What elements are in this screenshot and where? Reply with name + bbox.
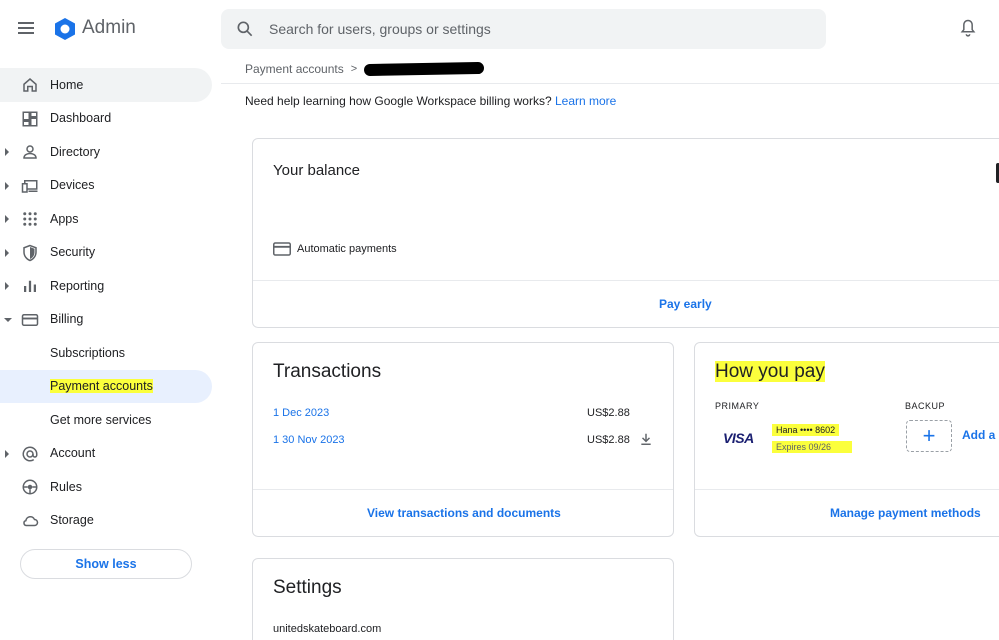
learn-more-link[interactable]: Learn more: [555, 94, 616, 108]
sidebar-item-label: Dashboard: [50, 111, 112, 126]
shield-icon: [23, 244, 37, 261]
sidebar-item-subscriptions[interactable]: Subscriptions: [0, 336, 214, 370]
transactions-title: Transactions: [273, 361, 382, 382]
sidebar-item-label: Directory: [50, 144, 101, 159]
dashboard-icon: [22, 111, 38, 126]
backup-label: BACKUP: [905, 401, 946, 411]
sidebar-item-label: Account: [50, 446, 96, 461]
sidebar-item-security[interactable]: Security: [0, 236, 214, 270]
add-backup-payment-link[interactable]: Add a: [962, 428, 995, 442]
breadcrumb: Payment accounts >: [245, 61, 485, 77]
automatic-payments-label: Automatic payments: [297, 243, 397, 255]
how-you-pay-card: How you pay PRIMARY BACKUP VISA Hana •••…: [694, 342, 999, 537]
sidebar-item-label: Apps: [50, 211, 79, 226]
home-icon: [23, 78, 37, 92]
help-text: Need help learning how Google Workspace …: [245, 94, 552, 108]
sidebar-item-reporting[interactable]: Reporting: [0, 269, 214, 303]
admin-console: Admin Home Dashboard Directory: [0, 0, 999, 640]
sidebar-item-label: Home: [50, 77, 84, 92]
card-divider: [253, 280, 999, 281]
sidebar-item-billing[interactable]: Billing: [0, 303, 214, 337]
sidebar-item-get-more-services[interactable]: Get more services: [0, 403, 214, 437]
sidebar-item-storage[interactable]: Storage: [0, 504, 214, 538]
notifications-bell-icon[interactable]: [958, 18, 978, 38]
expand-caret-icon[interactable]: [5, 248, 9, 257]
sidebar-item-label: Storage: [50, 513, 94, 528]
how-you-pay-title-text: How you pay: [715, 361, 825, 382]
visa-logo: VISA: [723, 430, 754, 446]
domain-name: unitedskateboard.com: [273, 623, 382, 635]
top-bar: Admin: [0, 0, 999, 58]
download-icon[interactable]: [639, 432, 653, 446]
pay-early-button[interactable]: Pay early: [659, 297, 712, 311]
sidebar-item-label: Devices: [50, 178, 95, 193]
show-less-button[interactable]: Show less: [20, 549, 192, 579]
settings-title: Settings: [273, 577, 342, 598]
credit-card-icon: [21, 313, 39, 326]
apps-grid-icon: [23, 212, 37, 226]
sidebar-item-directory[interactable]: Directory: [0, 135, 214, 169]
expand-caret-icon[interactable]: [5, 282, 9, 290]
sidebar-item-label: Get more services: [50, 412, 152, 427]
main-menu-icon[interactable]: [18, 19, 40, 37]
transaction-amount: US$2.88: [587, 434, 630, 446]
card-expiry: Expires 09/26: [772, 441, 852, 453]
settings-card: Settings unitedskateboard.com: [252, 558, 674, 640]
search-bar[interactable]: [221, 9, 826, 49]
sidebar-item-label: Reporting: [50, 278, 105, 293]
rules-icon: [22, 479, 38, 495]
sidebar-item-label: Subscriptions: [50, 345, 126, 360]
balance-card: Your balance Automatic payments Pay earl…: [252, 138, 999, 328]
transaction-amount: US$2.88: [587, 407, 630, 419]
search-icon: [237, 21, 253, 37]
credit-card-icon: [273, 242, 291, 256]
expand-caret-icon[interactable]: [5, 148, 9, 156]
at-sign-icon: [22, 446, 38, 462]
sidebar-item-home[interactable]: Home: [0, 68, 212, 102]
card-divider: [253, 489, 673, 490]
header-divider: [221, 83, 999, 84]
redacted-account-name: [364, 61, 485, 77]
expand-caret-icon[interactable]: [5, 449, 9, 458]
breadcrumb-separator: >: [350, 63, 358, 75]
bar-chart-icon: [24, 280, 36, 292]
billing-help-text: Need help learning how Google Workspace …: [245, 94, 616, 108]
sidebar-item-account[interactable]: Account: [0, 437, 214, 471]
search-input[interactable]: [269, 17, 809, 41]
sidebar-item-label: Payment accounts: [50, 379, 153, 394]
card-divider: [695, 489, 999, 490]
sidebar-nav: Home Dashboard Directory Devices Apps Se…: [0, 68, 214, 537]
view-transactions-button[interactable]: View transactions and documents: [367, 506, 561, 520]
how-you-pay-title: How you pay: [713, 361, 829, 383]
sidebar-item-payment-accounts[interactable]: Payment accounts: [0, 369, 212, 403]
sidebar-item-label: Billing: [50, 312, 84, 327]
collapse-caret-icon[interactable]: [4, 317, 12, 322]
devices-icon: [21, 179, 38, 193]
automatic-payments: Automatic payments: [273, 242, 397, 256]
person-icon: [23, 145, 37, 159]
admin-logo-icon: [55, 18, 75, 40]
transaction-date-link[interactable]: 1 Dec 2023: [273, 407, 329, 419]
cloud-icon: [23, 515, 39, 526]
sidebar-item-label: Security: [50, 245, 96, 260]
sidebar-item-rules[interactable]: Rules: [0, 470, 214, 504]
add-backup-payment-button[interactable]: +: [906, 420, 952, 452]
sidebar-item-dashboard[interactable]: Dashboard: [0, 102, 214, 136]
primary-label: PRIMARY: [715, 401, 760, 411]
transactions-card: Transactions 1 Dec 2023 US$2.88 1 30 Nov…: [252, 342, 674, 537]
transaction-date-link[interactable]: 1 30 Nov 2023: [273, 434, 345, 446]
sidebar-item-apps[interactable]: Apps: [0, 202, 214, 236]
app-name[interactable]: Admin: [82, 17, 136, 39]
manage-payment-methods-button[interactable]: Manage payment methods: [830, 506, 981, 520]
sidebar-item-label: Rules: [50, 479, 82, 494]
expand-caret-icon[interactable]: [5, 181, 9, 190]
breadcrumb-payment-accounts[interactable]: Payment accounts: [245, 62, 344, 76]
card-number: Hana •••• 8602: [772, 424, 840, 436]
sidebar-item-devices[interactable]: Devices: [0, 169, 214, 203]
balance-title: Your balance: [273, 162, 361, 179]
expand-caret-icon[interactable]: [5, 215, 9, 223]
